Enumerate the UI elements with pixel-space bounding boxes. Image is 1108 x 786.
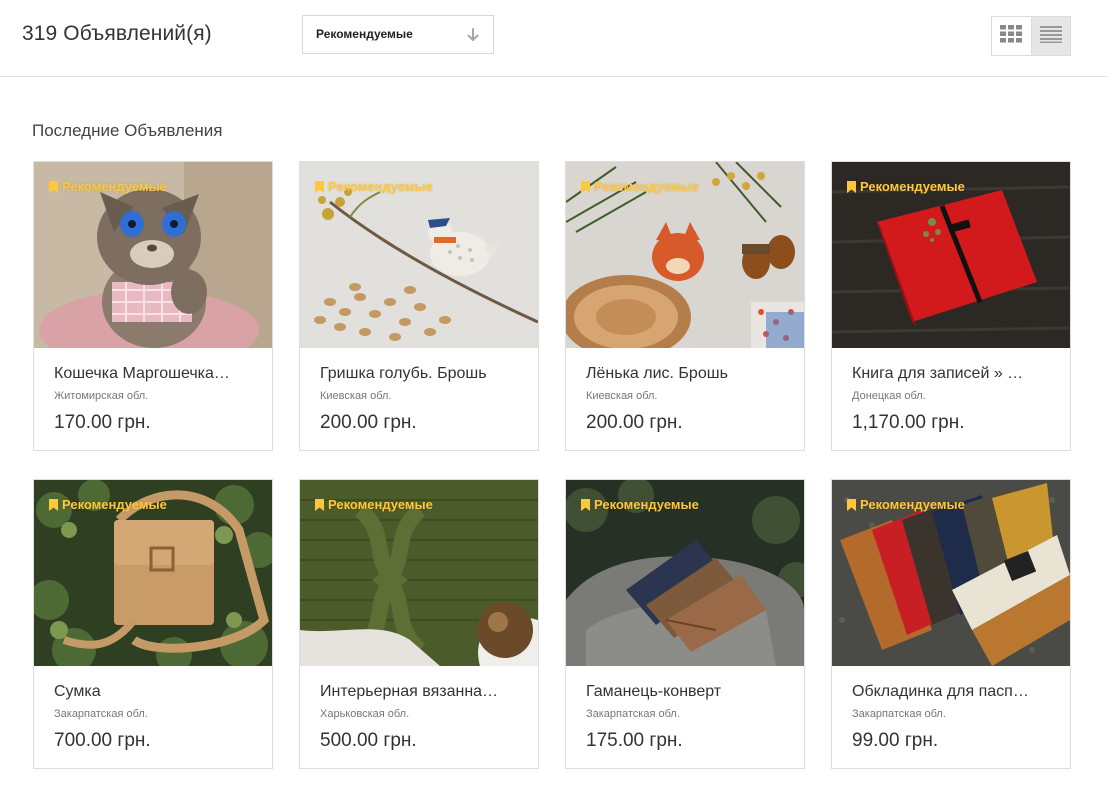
listing-title[interactable]: Книга для записей » … bbox=[852, 365, 1057, 383]
featured-badge-label: Рекомендуемые bbox=[328, 497, 433, 512]
featured-badge-label: Рекомендуемые bbox=[62, 179, 167, 194]
view-mode-toggle bbox=[991, 16, 1071, 56]
listing-price: 500.00 грн. bbox=[320, 730, 417, 751]
listing-region: Киевская обл. bbox=[320, 390, 392, 402]
listing-photo: Рекомендуемые bbox=[300, 480, 538, 666]
listing-price: 175.00 грн. bbox=[586, 730, 683, 751]
featured-badge-label: Рекомендуемые bbox=[594, 179, 699, 194]
listing-price: 700.00 грн. bbox=[54, 730, 151, 751]
listing-region: Закарпатская обл. bbox=[852, 708, 946, 720]
listing-photo: Рекомендуемые bbox=[34, 480, 272, 666]
listing-title[interactable]: Гаманець-конверт bbox=[586, 683, 791, 701]
listing-count: 319 Объявлений(я) bbox=[22, 22, 212, 45]
listing-title[interactable]: Гришка голубь. Брошь bbox=[320, 365, 525, 383]
bookmark-icon bbox=[49, 498, 58, 511]
listing-photo: Рекомендуемые bbox=[832, 162, 1070, 348]
listing-region: Житомирская обл. bbox=[54, 390, 149, 402]
featured-badge: Рекомендуемые bbox=[49, 179, 167, 194]
sort-selected-label: Рекомендуемые bbox=[316, 27, 413, 41]
listing-toolbar: 319 Объявлений(я) Рекомендуемые bbox=[0, 0, 1108, 77]
listing-photo: Рекомендуемые bbox=[300, 162, 538, 348]
featured-badge: Рекомендуемые bbox=[581, 179, 699, 194]
bookmark-icon bbox=[315, 180, 324, 193]
listing-region: Закарпатская обл. bbox=[54, 708, 148, 720]
listing-price: 200.00 грн. bbox=[586, 412, 683, 433]
bookmark-icon bbox=[581, 180, 590, 193]
listing-photo: Рекомендуемые bbox=[34, 162, 272, 348]
listing-price: 1,170.00 грн. bbox=[852, 412, 965, 433]
featured-badge: Рекомендуемые bbox=[315, 497, 433, 512]
featured-badge-label: Рекомендуемые bbox=[328, 179, 433, 194]
arrow-down-icon bbox=[466, 26, 480, 44]
listing-card[interactable]: Рекомендуемые Кошечка Маргошечка… Житоми… bbox=[33, 161, 273, 451]
listing-grid: Рекомендуемые Кошечка Маргошечка… Житоми… bbox=[33, 161, 1071, 769]
listing-card[interactable]: Рекомендуемые Книга для записей » … Доне… bbox=[831, 161, 1071, 451]
listing-region: Донецкая обл. bbox=[852, 390, 926, 402]
listing-price: 99.00 грн. bbox=[852, 730, 939, 751]
section-title: Последние Объявления bbox=[32, 121, 223, 140]
listing-title[interactable]: Интерьерная вязанна… bbox=[320, 683, 525, 701]
featured-badge: Рекомендуемые bbox=[847, 179, 965, 194]
listing-title[interactable]: Обкладинка для пасп… bbox=[852, 683, 1057, 701]
listing-card[interactable]: Рекомендуемые Обкладинка для пасп… Закар… bbox=[831, 479, 1071, 769]
bookmark-icon bbox=[847, 180, 856, 193]
bookmark-icon bbox=[581, 498, 590, 511]
listing-photo: Рекомендуемые bbox=[566, 480, 804, 666]
listing-photo: Рекомендуемые bbox=[832, 480, 1070, 666]
listing-price: 170.00 грн. bbox=[54, 412, 151, 433]
bookmark-icon bbox=[315, 498, 324, 511]
featured-badge-label: Рекомендуемые bbox=[860, 179, 965, 194]
sort-dropdown[interactable]: Рекомендуемые bbox=[302, 15, 494, 54]
bookmark-icon bbox=[847, 498, 856, 511]
featured-badge-label: Рекомендуемые bbox=[62, 497, 167, 512]
featured-badge: Рекомендуемые bbox=[581, 497, 699, 512]
listing-title[interactable]: Сумка bbox=[54, 683, 259, 701]
listing-card[interactable]: Рекомендуемые Гаманець-конверт Закарпатс… bbox=[565, 479, 805, 769]
grid-view-icon bbox=[1000, 24, 1023, 48]
listing-photo: Рекомендуемые bbox=[566, 162, 804, 348]
list-view-icon bbox=[1039, 25, 1062, 48]
grid-view-button[interactable] bbox=[992, 17, 1031, 55]
featured-badge-label: Рекомендуемые bbox=[594, 497, 699, 512]
listing-title[interactable]: Кошечка Маргошечка… bbox=[54, 365, 259, 383]
listing-region: Закарпатская обл. bbox=[586, 708, 680, 720]
listing-price: 200.00 грн. bbox=[320, 412, 417, 433]
listing-card[interactable]: Рекомендуемые Интерьерная вязанна… Харьк… bbox=[299, 479, 539, 769]
listing-title[interactable]: Лёнька лис. Брошь bbox=[586, 365, 791, 383]
listing-card[interactable]: Рекомендуемые Сумка Закарпатская обл. 70… bbox=[33, 479, 273, 769]
bookmark-icon bbox=[49, 180, 58, 193]
featured-badge: Рекомендуемые bbox=[49, 497, 167, 512]
listing-region: Харьковская обл. bbox=[320, 708, 410, 720]
featured-badge-label: Рекомендуемые bbox=[860, 497, 965, 512]
listing-card[interactable]: Рекомендуемые Лёнька лис. Брошь Киевская… bbox=[565, 161, 805, 451]
featured-badge: Рекомендуемые bbox=[847, 497, 965, 512]
listing-region: Киевская обл. bbox=[586, 390, 658, 402]
featured-badge: Рекомендуемые bbox=[315, 179, 433, 194]
listing-card[interactable]: Рекомендуемые Гришка голубь. Брошь Киевс… bbox=[299, 161, 539, 451]
list-view-button[interactable] bbox=[1030, 17, 1070, 55]
